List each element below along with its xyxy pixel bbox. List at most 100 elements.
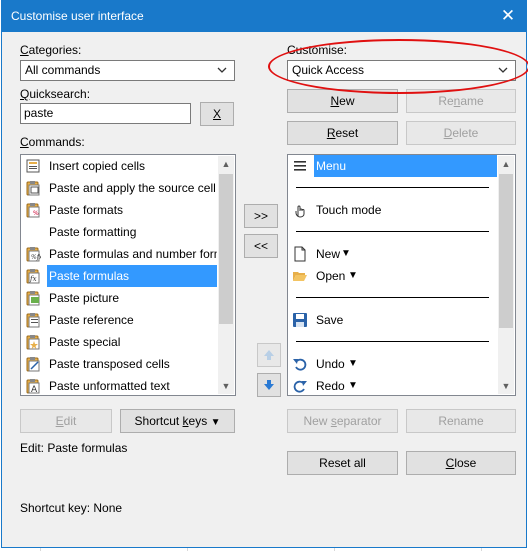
command-item[interactable]: %fx Paste formulas and number form [22, 243, 217, 265]
categories-combobox[interactable]: All commands [20, 60, 235, 81]
items-scrollbar[interactable]: ▲ ▼ [498, 156, 514, 394]
chevron-down-icon [217, 67, 227, 73]
dropdown-arrow-icon: ▼ [348, 270, 358, 281]
command-item[interactable]: Paste and apply the source cell v [22, 177, 217, 199]
shortcut-status-text: Shortcut key: None [20, 501, 123, 515]
clear-search-button[interactable]: X [200, 102, 234, 126]
toolbar-item[interactable]: Menu [289, 155, 497, 177]
categories-value: All commands [25, 63, 101, 77]
rename-item-button[interactable]: Rename [406, 409, 516, 433]
separator[interactable] [296, 341, 489, 342]
close-button[interactable]: Close [406, 451, 516, 475]
reset-all-button[interactable]: Reset all [287, 451, 398, 475]
commands-list[interactable]: Insert copied cells Paste and apply the s… [20, 154, 236, 396]
scroll-thumb[interactable] [499, 174, 513, 328]
shortcut-keys-button[interactable]: Shortcut keys ▼ [120, 409, 235, 433]
paste-formulas-number-icon: %fx [25, 246, 43, 262]
dropdown-arrow-icon: ▼ [348, 358, 358, 369]
dropdown-arrow-icon: ▼ [210, 417, 221, 428]
paste-reference-icon [25, 312, 41, 328]
insert-cells-icon [25, 158, 41, 174]
scroll-down-icon[interactable]: ▼ [218, 378, 234, 394]
toolbar-item[interactable]: Save [289, 309, 497, 331]
svg-text:A: A [31, 385, 38, 394]
command-item[interactable]: A Paste unformatted text [22, 375, 217, 395]
separator[interactable] [296, 297, 489, 298]
arrow-up-icon [264, 350, 274, 360]
edit-button[interactable]: Edit [20, 409, 112, 433]
paste-apply-icon [25, 180, 41, 196]
toolbar-item-label: Redo [316, 379, 345, 393]
close-window-icon[interactable]: ✕ [490, 1, 526, 32]
scroll-up-icon[interactable]: ▲ [498, 156, 514, 172]
separator[interactable] [296, 187, 489, 188]
svg-text:%: % [33, 210, 39, 217]
command-item[interactable]: fx Paste formulas [22, 265, 217, 287]
command-label: Insert copied cells [49, 159, 146, 173]
toolbar-item-label: Touch mode [316, 203, 382, 217]
delete-button[interactable]: Delete [406, 121, 516, 145]
paste-formats-icon: % [25, 202, 41, 218]
toolbar-item[interactable]: Touch mode [289, 199, 497, 221]
rename-button[interactable]: Rename [406, 89, 516, 113]
command-label: Paste reference [49, 313, 134, 327]
customise-label: Customise: [287, 43, 348, 57]
svg-text:fx: fx [29, 275, 37, 283]
quicksearch-label: Quicksearch: [20, 87, 91, 101]
move-up-button[interactable] [257, 343, 281, 367]
scroll-down-icon[interactable]: ▼ [498, 378, 514, 394]
toolbar-item[interactable]: New ▼ [289, 243, 497, 265]
customise-combobox[interactable]: Quick Access [287, 60, 516, 81]
dropdown-arrow-icon: ▼ [348, 380, 358, 391]
quicksearch-input[interactable]: paste [20, 103, 191, 124]
move-down-button[interactable] [257, 373, 281, 397]
paste-formulas-icon: fx [25, 268, 41, 284]
command-label: Paste picture [49, 291, 120, 305]
chevron-down-icon [498, 67, 508, 73]
separator[interactable] [296, 231, 489, 232]
toolbar-item-label: Menu [314, 155, 497, 177]
touch-hand-icon [292, 202, 308, 218]
toolbar-item[interactable]: Open ▼ [289, 265, 497, 287]
categories-label: Categories: [20, 43, 82, 57]
add-command-button[interactable]: >> [244, 204, 278, 228]
scroll-thumb[interactable] [219, 174, 233, 324]
folder-open-icon [292, 268, 308, 284]
command-label: Paste special [49, 335, 121, 349]
dropdown-arrow-icon: ▼ [341, 248, 351, 259]
scroll-up-icon[interactable]: ▲ [218, 156, 234, 172]
toolbar-items-list[interactable]: Menu Touch mode New ▼ Open ▼ Save Undo ▼ Redo ▼ ▲ … [287, 154, 516, 396]
toolbar-item-label: New [316, 247, 341, 261]
reset-button[interactable]: Reset [287, 121, 398, 145]
undo-icon [292, 356, 308, 372]
arrow-down-icon [264, 380, 274, 390]
new-separator-button[interactable]: New separator [287, 409, 398, 433]
commands-scrollbar[interactable]: ▲ ▼ [218, 156, 234, 394]
command-item[interactable]: Paste special [22, 331, 217, 353]
command-label: Paste formatting [49, 225, 137, 239]
command-label: Paste transposed cells [49, 357, 170, 371]
redo-icon [292, 378, 308, 394]
toolbar-item[interactable]: Redo ▼ [289, 375, 497, 395]
command-item[interactable]: Paste picture [22, 287, 217, 309]
paste-transposed-icon [25, 356, 41, 372]
customise-dialog: Customise user interface ✕ Categories: A… [1, 0, 528, 548]
command-label: Paste and apply the source cell v [49, 181, 217, 195]
remove-command-button[interactable]: << [244, 234, 278, 258]
save-icon [292, 312, 308, 328]
toolbar-item-label: Undo [316, 357, 345, 371]
quicksearch-value: paste [24, 106, 54, 120]
paste-special-icon [25, 334, 41, 350]
command-item[interactable]: Paste reference [22, 309, 217, 331]
edit-status-text: Edit: Paste formulas [20, 441, 128, 455]
svg-text:%fx: %fx [31, 254, 41, 261]
command-item[interactable]: Paste formatting [22, 221, 217, 243]
paste-picture-icon [25, 290, 41, 306]
dialog-title: Customise user interface [11, 9, 144, 23]
toolbar-item[interactable]: Undo ▼ [289, 353, 497, 375]
command-item[interactable]: Paste transposed cells [22, 353, 217, 375]
commands-label: Commands: [20, 135, 85, 149]
command-item[interactable]: % Paste formats [22, 199, 217, 221]
command-item[interactable]: Insert copied cells [22, 155, 217, 177]
new-button[interactable]: New [287, 89, 398, 113]
